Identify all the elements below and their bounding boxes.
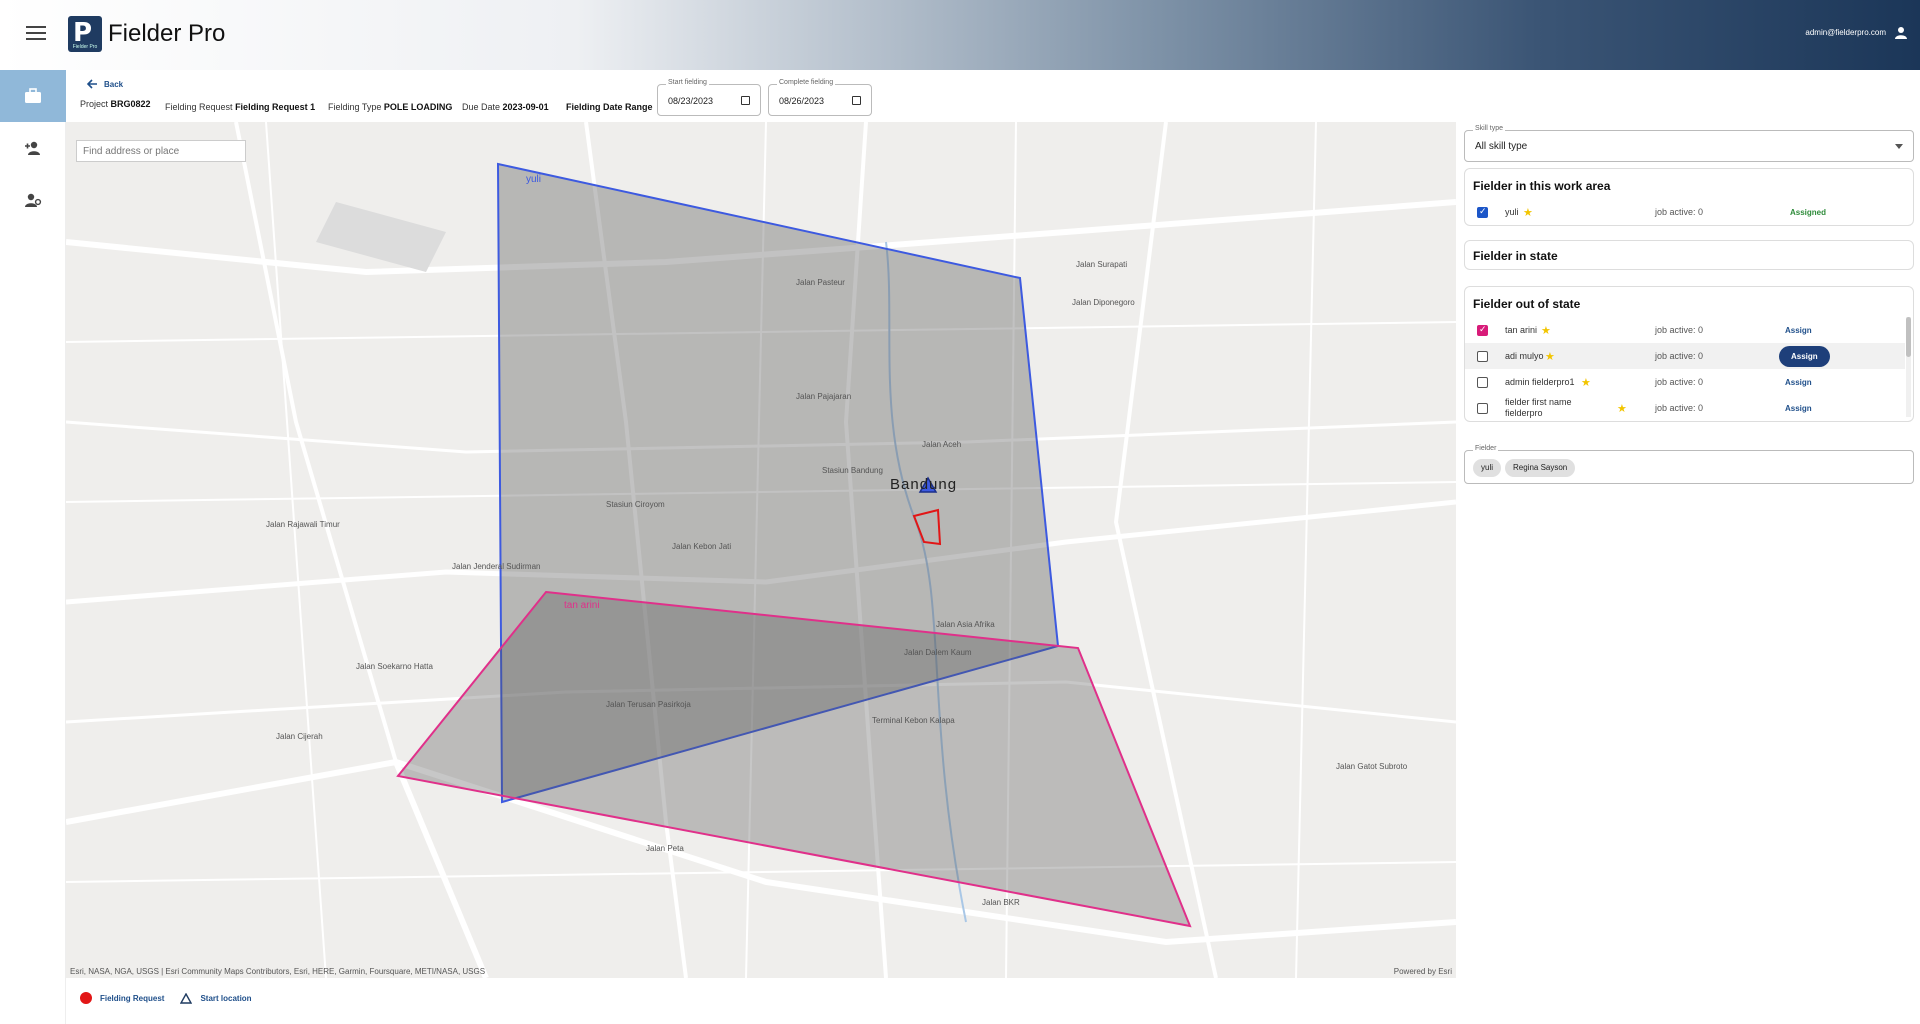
fielder-row: adi mulyo ★ job active: 0 Assign <box>1465 343 1905 369</box>
fielder-checkbox[interactable] <box>1477 324 1488 336</box>
app-logo: P Fielder Pro <box>68 16 102 52</box>
skill-type-select[interactable]: Skill type All skill type <box>1464 125 1914 162</box>
map-label: Jalan Surapati <box>1076 260 1128 269</box>
nav-add-user[interactable] <box>0 122 66 174</box>
app-title: Fielder Pro <box>108 20 226 47</box>
map-label: Jalan Terusan Pasirkoja <box>606 700 691 709</box>
scrollbar[interactable] <box>1906 317 1911 417</box>
fielder-row: tan arini ★ job active: 0 Assign <box>1465 317 1905 343</box>
add-person-icon <box>25 141 40 155</box>
star-icon: ★ <box>1617 402 1627 415</box>
star-icon: ★ <box>1541 324 1551 337</box>
assign-button[interactable]: Assign <box>1779 345 1830 367</box>
map-label: Jalan Soekarno Hatta <box>356 662 433 671</box>
map-label: Stasiun Bandung <box>822 466 883 475</box>
legend-request: Fielding Request <box>100 993 165 1003</box>
map-label: Jalan Jenderal Sudirman <box>452 562 541 571</box>
manage-users-icon <box>25 193 42 207</box>
map-canvas <box>66 122 1456 978</box>
user-email[interactable]: admin@fielderpro.com <box>1805 28 1886 37</box>
map-label: Jalan Pajajaran <box>796 392 852 401</box>
assigned-status: Assigned <box>1790 207 1827 217</box>
map-label: Jalan Rajawali Timur <box>266 520 340 529</box>
map-legend: Fielding Request Start location <box>80 992 252 1004</box>
map-label: Stasiun Ciroyom <box>606 500 665 509</box>
calendar-icon[interactable] <box>852 96 861 105</box>
area-label-tan-arini: tan arini <box>564 600 600 611</box>
map-label: Jalan Cijerah <box>276 732 323 741</box>
assign-button[interactable]: Assign <box>1785 326 1812 335</box>
map-label: Jalan Peta <box>646 844 684 853</box>
fielder-chip[interactable]: Regina Sayson <box>1505 459 1576 477</box>
assign-button[interactable]: Assign <box>1785 404 1812 413</box>
nav-projects[interactable] <box>0 70 66 122</box>
area-label-yuli: yuli <box>526 174 542 185</box>
fielder-row: admin fielderpro1 ★ job active: 0 Assign <box>1465 369 1905 395</box>
fielder-checkbox[interactable] <box>1477 206 1488 218</box>
star-icon: ★ <box>1523 206 1533 219</box>
type-info: Fielding Type POLE LOADING <box>328 102 453 112</box>
triangle-icon <box>180 992 193 1004</box>
fielder-checkbox[interactable] <box>1477 402 1488 414</box>
map-label: Jalan Kebon Jati <box>672 542 732 551</box>
calendar-icon[interactable] <box>741 96 750 105</box>
star-icon: ★ <box>1581 376 1591 389</box>
app-header: P Fielder Pro Fielder Pro admin@fielderp… <box>0 0 1920 70</box>
user-icon[interactable] <box>1894 26 1908 40</box>
red-dot-icon <box>80 992 92 1004</box>
map-label: Jalan Diponegoro <box>1072 298 1135 307</box>
map-label: Jalan Asia Afrika <box>936 620 995 629</box>
project-info: Project BRG0822 <box>80 99 151 109</box>
in-state-title: Fielder in state <box>1473 249 1558 263</box>
star-icon: ★ <box>1545 350 1555 363</box>
menu-icon[interactable] <box>24 22 48 46</box>
city-label: Bandung <box>890 476 958 493</box>
fielder-chip[interactable]: yuli <box>1473 459 1502 477</box>
map-search-input[interactable]: Find address or place <box>76 140 246 162</box>
due-info: Due Date 2023-09-01 <box>462 102 549 112</box>
nav-manage-users[interactable] <box>0 174 66 226</box>
start-date-field[interactable]: Start fielding 08/23/2023 <box>657 79 761 116</box>
map-view[interactable]: Find address or place yuli tan arini Ban… <box>66 122 1456 978</box>
map-label: Jalan Dalem Kaum <box>904 648 972 657</box>
complete-date-field[interactable]: Complete fielding 08/26/2023 <box>768 79 872 116</box>
work-area-title: Fielder in this work area <box>1473 179 1611 193</box>
fielder-row: yuli ★ job active: 0 Assigned <box>1465 199 1905 225</box>
map-label: Jalan BKR <box>982 898 1020 907</box>
arrow-left-icon <box>86 79 97 89</box>
date-range-label: Fielding Date Range <box>566 102 653 112</box>
map-label: Jalan Pasteur <box>796 278 845 287</box>
fielder-checkbox[interactable] <box>1477 350 1488 362</box>
map-label: Jalan Aceh <box>922 440 962 449</box>
chevron-down-icon <box>1895 144 1903 149</box>
assign-button[interactable]: Assign <box>1785 378 1812 387</box>
map-label: Terminal Kebon Kalapa <box>872 716 955 725</box>
out-state-title: Fielder out of state <box>1473 297 1581 311</box>
back-label: Back <box>104 79 124 89</box>
legend-start: Start location <box>200 993 252 1003</box>
work-area-card: Fielder in this work area yuli ★ job act… <box>1464 168 1914 226</box>
briefcase-icon <box>25 88 41 103</box>
fielder-chip-field[interactable]: Fielder yuli Regina Sayson <box>1464 445 1914 484</box>
request-info: Fielding Request Fielding Request 1 <box>165 102 316 112</box>
in-state-card: Fielder in state <box>1464 240 1914 270</box>
map-attribution: Esri, NASA, NGA, USGS | Esri Community M… <box>70 967 486 976</box>
fielder-row: fielder first name fielderpro ★ job activ… <box>1465 395 1905 421</box>
side-nav <box>0 70 66 1024</box>
back-button[interactable]: Back <box>86 78 123 90</box>
out-state-card: Fielder out of state tan arini ★ job act… <box>1464 286 1914 422</box>
fielder-checkbox[interactable] <box>1477 376 1488 388</box>
powered-by: Powered by Esri <box>1393 967 1452 976</box>
map-label: Jalan Gatot Subroto <box>1336 762 1408 771</box>
